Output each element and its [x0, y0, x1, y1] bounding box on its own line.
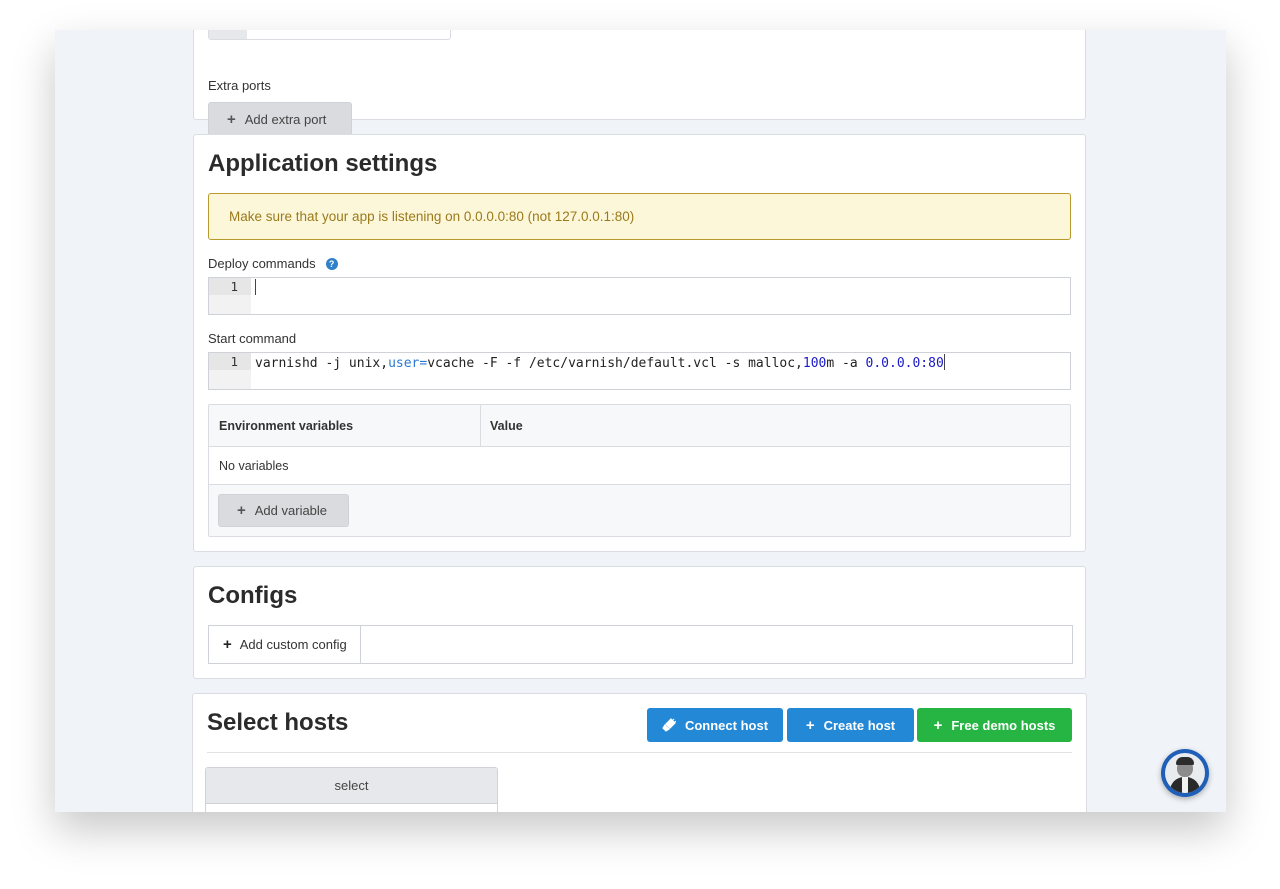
no-variables-text: No variables — [219, 459, 289, 473]
plug-icon — [662, 718, 676, 732]
env-table-header: Environment variables Value — [209, 405, 1070, 447]
line-number: 1 — [209, 353, 251, 370]
avatar-photo — [1165, 753, 1205, 793]
free-demo-hosts-button[interactable]: + Free demo hosts — [917, 708, 1072, 742]
code-token: vcache -F -f /etc/varnish/default.vcl -s… — [427, 356, 803, 371]
configs-panel: Configs + Add custom config — [193, 566, 1086, 679]
avatar-shirt — [1182, 777, 1188, 793]
help-icon[interactable]: ? — [325, 258, 338, 270]
configs-row: + Add custom config — [208, 625, 1073, 664]
plus-icon: + — [237, 502, 246, 519]
divider — [207, 752, 1072, 753]
plus-icon: + — [223, 636, 232, 653]
text-cursor — [255, 279, 256, 295]
add-extra-port-label: Add extra port — [244, 111, 327, 127]
deploy-commands-editor[interactable]: 1 — [208, 277, 1071, 315]
select-hosts-title: Select hosts — [207, 709, 349, 736]
deploy-code — [255, 279, 256, 297]
support-avatar[interactable] — [1161, 749, 1209, 797]
env-table-row: No variables — [209, 447, 1070, 485]
code-token-attr: user= — [388, 356, 428, 371]
editor-gutter: 1 — [209, 278, 251, 314]
application-settings-title: Application settings — [208, 150, 438, 177]
select-column-header: select — [206, 768, 497, 804]
add-custom-config-button[interactable]: + Add custom config — [209, 626, 361, 663]
start-command-label: Start command — [208, 331, 297, 346]
deploy-commands-label: Deploy commands? — [208, 256, 338, 271]
start-code: varnishd -j unix,user=vcache -F -f /etc/… — [255, 354, 945, 372]
column-separator — [480, 405, 481, 447]
port-input-addon — [209, 30, 247, 39]
app-window: … Extra ports + Add extra port Applicati… — [55, 30, 1226, 812]
env-col-value: Value — [490, 419, 523, 433]
add-variable-button[interactable]: + Add variable — [218, 494, 349, 527]
select-hosts-panel: Select hosts Connect host + Create host … — [192, 693, 1087, 812]
env-col-name: Environment variables — [219, 419, 354, 433]
deploy-commands-text: Deploy commands — [208, 256, 316, 271]
port-input[interactable]: … — [208, 30, 451, 40]
code-token-number: 0.0.0.0:80 — [865, 356, 944, 371]
add-custom-config-label: Add custom config — [239, 637, 347, 652]
env-variables-table: Environment variables Value No variables… — [208, 404, 1071, 537]
text-cursor — [943, 354, 945, 370]
add-extra-port-button[interactable]: + Add extra port — [208, 102, 352, 136]
application-settings-panel: Application settings Make sure that your… — [193, 134, 1086, 552]
free-demo-hosts-label: Free demo hosts — [951, 717, 1056, 733]
configs-title: Configs — [208, 582, 298, 609]
host-select-column[interactable]: select — [205, 767, 498, 812]
extra-ports-label: Extra ports — [208, 78, 271, 93]
start-command-editor[interactable]: 1 varnishd -j unix,user=vcache -F -f /et… — [208, 352, 1071, 390]
listening-warning: Make sure that your app is listening on … — [208, 193, 1071, 240]
add-variable-label: Add variable — [254, 503, 328, 518]
create-host-label: Create host — [823, 717, 896, 733]
avatar-hair — [1176, 757, 1194, 765]
ports-panel: … Extra ports + Add extra port — [193, 30, 1086, 136]
connect-host-label: Connect host — [684, 717, 769, 733]
plus-icon: + — [805, 716, 815, 734]
code-token: m -a — [826, 356, 866, 371]
code-token-number: 100 — [802, 356, 827, 371]
editor-gutter: 1 — [209, 353, 251, 389]
plus-icon: + — [933, 716, 943, 734]
plus-icon: + — [227, 110, 236, 128]
line-number: 1 — [209, 278, 251, 295]
create-host-button[interactable]: + Create host — [787, 708, 914, 742]
connect-host-button[interactable]: Connect host — [647, 708, 783, 742]
code-token: varnishd -j unix, — [255, 356, 389, 371]
